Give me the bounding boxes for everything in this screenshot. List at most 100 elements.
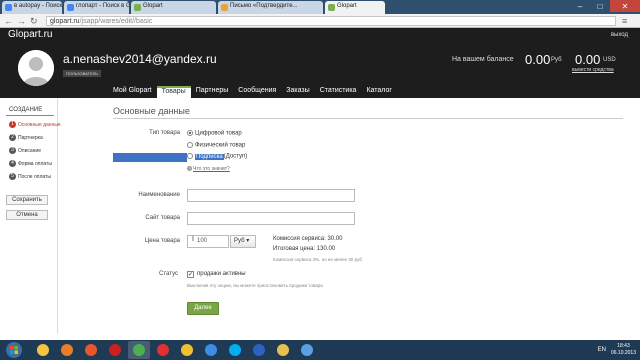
logout-link[interactable]: выход (611, 32, 628, 38)
section-divider (113, 118, 623, 119)
chevron-down-icon: ▾ (246, 238, 250, 244)
service-fee: Комиссия сервиса: 30.00 (273, 236, 343, 242)
close-window-icon[interactable]: ✕ (610, 0, 640, 12)
sidebar-divider (6, 115, 54, 116)
favicon-icon (328, 4, 335, 11)
save-button[interactable]: Сохранить (6, 195, 48, 205)
yandex-browser-icon[interactable] (176, 341, 198, 359)
favicon-icon (134, 4, 141, 11)
address-bar: ← → ↻ glopart.ru/jsapp/wares/edit//basic… (0, 14, 640, 28)
site-logo[interactable]: Glopart.ru (8, 29, 52, 40)
clock[interactable]: 18:43 06.10.2013 (611, 343, 636, 357)
user-silhouette-icon (18, 50, 54, 86)
name-input[interactable] (187, 189, 355, 202)
balance-usd-currency: USD (603, 57, 616, 63)
browser-tab[interactable]: Glopart (131, 1, 216, 14)
tab-title: глопарт - Поиск в Google (76, 3, 129, 9)
site-label: Сайт товара (145, 215, 180, 221)
site-header: Glopart.ru выход (0, 28, 640, 42)
minimize-icon[interactable]: – (570, 0, 590, 12)
ie-icon[interactable] (200, 341, 222, 359)
language-indicator[interactable]: EN (598, 347, 606, 353)
explorer-icon[interactable] (32, 341, 54, 359)
favicon-icon (221, 4, 228, 11)
tab-title: Glopart (143, 3, 163, 9)
nav-products[interactable]: Товары (156, 86, 191, 98)
system-tray: EN 18:43 06.10.2013 (598, 342, 636, 358)
step-payment-form[interactable]: 4 Форма оплаты (9, 160, 52, 167)
app-icon[interactable] (296, 341, 318, 359)
sidebar: СОЗДАНИЕ 1 Основные данные 2 Партнерка 3 Оп… (0, 98, 61, 334)
forward-icon[interactable]: → (17, 16, 26, 26)
nav-messages[interactable]: Сообщения (233, 86, 281, 98)
step-affiliate[interactable]: 2 Партнерка (9, 134, 43, 141)
sales-note: Выключив эту опцию, вы можете приостанов… (187, 283, 323, 288)
nav-orders[interactable]: Заказы (281, 86, 314, 98)
favicon-icon (5, 4, 12, 11)
url-host: glopart.ru (50, 18, 80, 25)
avatar (18, 50, 54, 86)
browser-tab-bar: в autopay - Поиск в Google глопарт - Поис… (0, 0, 640, 14)
menu-icon[interactable]: ≡ (622, 16, 627, 26)
sales-active-checkbox[interactable]: ✓ (187, 271, 194, 278)
chrome-icon[interactable] (128, 341, 150, 359)
role-badge: пользователь (63, 70, 101, 77)
reload-icon[interactable]: ↻ (30, 16, 38, 26)
browser-tab[interactable]: в autopay - Поиск в Google (2, 1, 62, 14)
total-price: Итоговая цена: 130.00 (273, 246, 336, 252)
radio-on-icon (187, 130, 193, 136)
radio-off-icon (187, 153, 193, 159)
username: a.nenashev2014@yandex.ru (63, 52, 217, 66)
taskbar: EN 18:43 06.10.2013 (0, 340, 640, 360)
nav-my-glopart[interactable]: Мой Glopart (108, 86, 157, 98)
firefox-icon[interactable] (80, 341, 102, 359)
tab-title: Письмо «Подтвердите... (230, 3, 298, 9)
browser-tab[interactable]: Glopart (325, 1, 385, 14)
balance-usd: 0.00 (575, 52, 601, 67)
nav-catalog[interactable]: Каталог (361, 86, 396, 98)
section-title: Основные данные (113, 106, 190, 116)
radio-off-icon (187, 142, 193, 148)
tab-title: в autopay - Поиск в Google (14, 3, 62, 9)
yandex-icon[interactable] (152, 341, 174, 359)
media-icon[interactable] (56, 341, 78, 359)
favicon-icon (67, 4, 74, 11)
cancel-button[interactable]: Отмена (6, 210, 48, 220)
sidebar-title: СОЗДАНИЕ (9, 107, 43, 113)
status-label: Статус (159, 271, 178, 277)
site-input[interactable] (187, 212, 355, 225)
balance-rub-currency: Руб (551, 57, 562, 63)
sales-active-label: продажи активны (197, 271, 246, 277)
url-input[interactable]: glopart.ru/jsapp/wares/edit//basic (46, 16, 616, 26)
balance-rub: 0.00 (525, 52, 551, 67)
nav-statistics[interactable]: Статистика (315, 86, 362, 98)
withdraw-link[interactable]: вывести средства (572, 67, 614, 73)
browser-tab[interactable]: глопарт - Поиск в Google (64, 1, 129, 14)
step-description[interactable]: 3 Описание (9, 147, 41, 154)
fee-note: Комиссия сервиса 3%, но не менее 30 руб (273, 257, 362, 262)
step-after-payment[interactable]: 5 После оплаты (9, 173, 51, 180)
balance-label: На вашем балансе (452, 56, 514, 63)
skype-icon[interactable] (224, 341, 246, 359)
main-nav: Мой Glopart Товары Партнеры Сообщения За… (108, 86, 397, 98)
radio-physical[interactable]: Физический товар (187, 142, 245, 149)
tab-title: Glopart (337, 3, 357, 9)
maximize-icon[interactable]: □ (590, 0, 610, 12)
radio-digital[interactable]: Цифровой товар (187, 130, 242, 137)
start-icon[interactable] (2, 341, 26, 359)
browser-tab[interactable]: Письмо «Подтвердите... (218, 1, 323, 14)
text-cursor-icon: I (192, 236, 194, 243)
folder-icon[interactable] (272, 341, 294, 359)
url-path: /jsapp/wares/edit//basic (79, 18, 153, 25)
name-label: Наименование (138, 192, 180, 198)
opera-icon[interactable] (104, 341, 126, 359)
back-icon[interactable]: ← (4, 16, 13, 26)
price-label: Цена товара (144, 238, 180, 244)
step-basic-data[interactable]: 1 Основные данные (9, 121, 61, 128)
radio-subscription[interactable]: Подписка(Доступ) (187, 153, 247, 162)
currency-select[interactable]: Руб ▾ (230, 235, 256, 248)
next-button[interactable]: Далее (187, 302, 219, 315)
media-player-icon[interactable] (248, 341, 270, 359)
nav-partners[interactable]: Партнеры (191, 86, 234, 98)
what-does-it-mean-link[interactable]: ? Что это значит? (187, 166, 230, 172)
